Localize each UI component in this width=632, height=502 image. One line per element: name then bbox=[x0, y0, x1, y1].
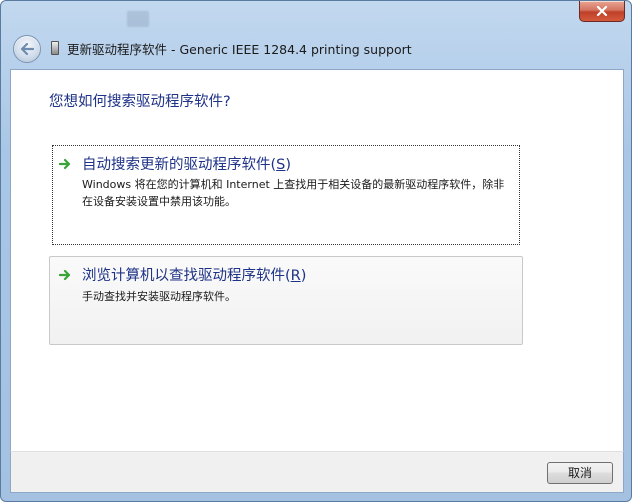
green-arrow-icon bbox=[59, 158, 71, 170]
close-icon bbox=[596, 6, 608, 16]
option-auto-search-accel: S bbox=[276, 157, 286, 173]
dialog-footer: 取消 bbox=[10, 451, 624, 493]
content-panel: 您想如何搜索驱动程序软件? 自动搜索更新的驱动程序软件(S) Windows 将… bbox=[10, 69, 624, 452]
option-browse-computer-paren: ) bbox=[300, 268, 307, 284]
option-auto-search-label: 自动搜索更新的驱动程序软件( bbox=[82, 157, 277, 173]
option-auto-search-title: 自动搜索更新的驱动程序软件(S) bbox=[82, 153, 291, 174]
option-browse-computer-accel: R bbox=[290, 268, 301, 284]
cancel-button[interactable]: 取消 bbox=[547, 462, 613, 484]
option-browse-computer-label: 浏览计算机以查找驱动程序软件( bbox=[82, 268, 291, 284]
dialog-window: 更新驱动程序软件 - Generic IEEE 1284.4 printing … bbox=[0, 0, 632, 502]
back-arrow-icon bbox=[20, 43, 34, 55]
window-title: 更新驱动程序软件 - Generic IEEE 1284.4 printing … bbox=[67, 42, 412, 57]
option-auto-search[interactable]: 自动搜索更新的驱动程序软件(S) Windows 将在您的计算机和 Intern… bbox=[52, 145, 520, 245]
option-browse-computer-title: 浏览计算机以查找驱动程序软件(R) bbox=[82, 264, 306, 285]
back-button[interactable] bbox=[13, 35, 41, 63]
option-auto-search-paren: ) bbox=[285, 157, 292, 173]
close-button[interactable] bbox=[579, 1, 625, 22]
page-heading: 您想如何搜索驱动程序软件? bbox=[49, 94, 231, 110]
background-reflection bbox=[127, 11, 149, 27]
option-auto-search-description: Windows 将在您的计算机和 Internet 上查找用于相关设备的最新驱动… bbox=[82, 178, 505, 208]
green-arrow-icon bbox=[59, 269, 71, 281]
option-browse-computer[interactable]: 浏览计算机以查找驱动程序软件(R) 手动查找并安装驱动程序软件。 bbox=[49, 256, 523, 345]
device-icon bbox=[51, 41, 59, 55]
option-browse-computer-description: 手动查找并安装驱动程序软件。 bbox=[82, 290, 236, 303]
